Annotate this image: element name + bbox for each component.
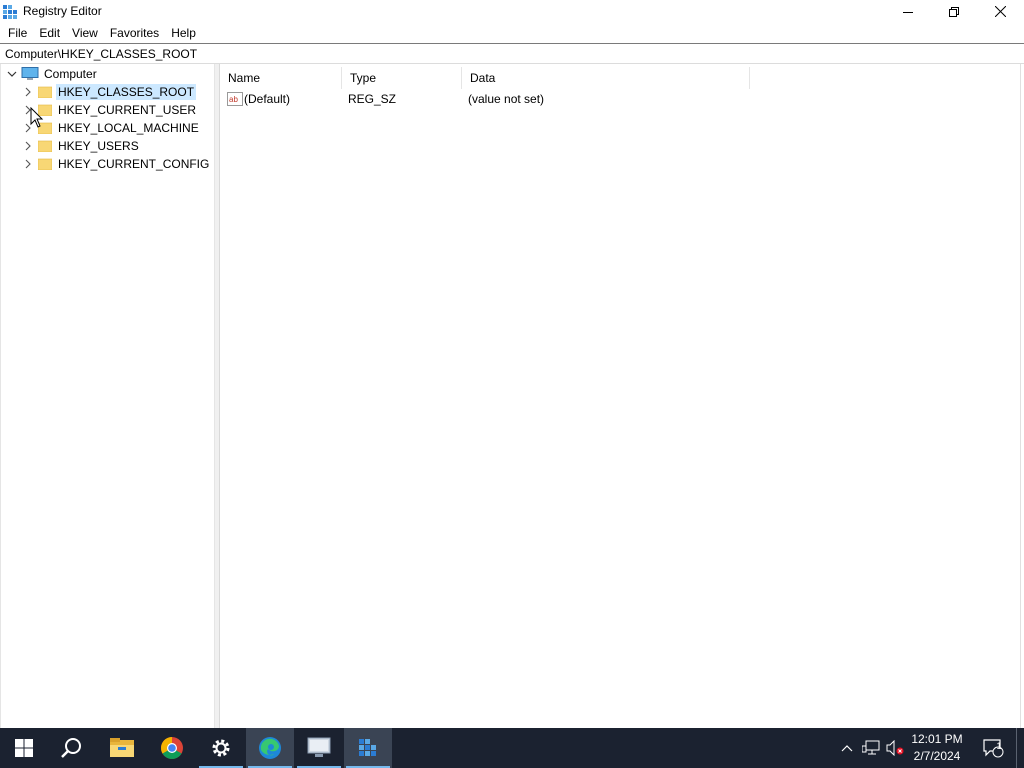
folder-icon	[38, 86, 52, 98]
menu-file[interactable]: File	[2, 23, 33, 43]
tree-item-hkey-classes-root[interactable]: HKEY_CLASSES_ROOT	[22, 83, 197, 101]
values-list: Name Type Data ab (Default) REG_SZ (valu…	[220, 64, 1024, 728]
menu-favorites[interactable]: Favorites	[104, 23, 165, 43]
minimize-icon	[903, 11, 913, 13]
vertical-scrollbar[interactable]	[1020, 64, 1024, 728]
tree-label-computer: Computer	[44, 67, 97, 81]
tree-label-key: HKEY_USERS	[58, 139, 139, 153]
chevron-right-icon[interactable]	[22, 86, 34, 98]
computer-icon	[21, 67, 39, 80]
close-icon	[994, 6, 1006, 17]
notification-count: 1	[996, 741, 1002, 751]
column-header-type[interactable]: Type	[342, 67, 462, 89]
registry-editor-app-icon	[3, 5, 17, 19]
tree-label-key: HKEY_CURRENT_CONFIG	[58, 157, 210, 171]
taskbar: 12:01 PM 2/7/2024 1	[0, 728, 1024, 768]
menu-view[interactable]: View	[66, 23, 104, 43]
show-hidden-icons-button[interactable]	[836, 728, 858, 768]
taskbar-app[interactable]	[295, 728, 343, 768]
taskbar-settings[interactable]	[197, 728, 245, 768]
menu-bar: File Edit View Favorites Help	[0, 23, 1024, 43]
address-bar[interactable]: Computer\HKEY_CLASSES_ROOT	[0, 43, 1024, 64]
string-value-icon: ab	[227, 92, 243, 106]
volume-button[interactable]	[884, 728, 906, 768]
network-button[interactable]	[860, 728, 882, 768]
clock-date: 2/7/2024	[913, 749, 961, 763]
volume-muted-icon	[886, 740, 904, 756]
tree-label-key: HKEY_CURRENT_USER	[58, 103, 197, 117]
monitor-app-icon	[307, 737, 331, 757]
restore-button[interactable]	[931, 0, 977, 23]
taskbar-edge[interactable]	[246, 728, 294, 768]
window-title: Registry Editor	[23, 4, 102, 18]
tree-label-key: HKEY_CLASSES_ROOT	[56, 84, 197, 100]
column-header-data[interactable]: Data	[462, 67, 750, 89]
value-name: (Default)	[244, 92, 291, 106]
list-item[interactable]: ab (Default) REG_SZ (value not set)	[220, 90, 544, 108]
chevron-right-icon[interactable]	[22, 158, 34, 170]
menu-edit[interactable]: Edit	[33, 23, 66, 43]
chevron-up-icon	[841, 745, 853, 752]
network-icon	[862, 740, 880, 755]
list-header: Name Type Data	[220, 67, 1024, 89]
tree-label-key: HKEY_LOCAL_MACHINE	[58, 121, 199, 135]
tree-item-hkey-current-user[interactable]: HKEY_CURRENT_USER	[22, 101, 198, 119]
search-icon	[61, 738, 81, 758]
mouse-cursor-icon	[30, 107, 44, 128]
taskbar-chrome[interactable]	[148, 728, 196, 768]
taskbar-file-explorer[interactable]	[98, 728, 146, 768]
chrome-icon	[161, 737, 183, 759]
tree-item-hkey-current-config[interactable]: HKEY_CURRENT_CONFIG	[22, 155, 211, 173]
search-button[interactable]	[48, 728, 96, 768]
restore-icon	[949, 6, 959, 17]
clock-time: 12:01 PM	[911, 732, 963, 746]
windows-logo-icon	[15, 739, 33, 757]
tree-item-computer[interactable]: Computer	[6, 65, 99, 83]
title-bar: Registry Editor	[0, 0, 1024, 23]
action-center-button[interactable]: 1	[978, 728, 1008, 768]
edge-icon	[259, 737, 281, 759]
minimize-button[interactable]	[885, 0, 931, 23]
taskbar-registry-editor[interactable]	[344, 728, 392, 768]
chevron-right-icon[interactable]	[22, 140, 34, 152]
svg-text:ab: ab	[229, 95, 238, 104]
address-path: Computer\HKEY_CLASSES_ROOT	[5, 47, 198, 61]
gear-icon	[212, 739, 230, 757]
folder-icon	[38, 140, 52, 152]
start-button[interactable]	[0, 728, 48, 768]
chevron-down-icon[interactable]	[6, 68, 18, 80]
column-header-name[interactable]: Name	[220, 67, 342, 89]
tree-item-hkey-users[interactable]: HKEY_USERS	[22, 137, 141, 155]
file-explorer-icon	[110, 738, 134, 757]
key-tree: Computer HKEY_CLASSES_ROOT HKEY_CURRENT_…	[0, 64, 215, 728]
tree-item-hkey-local-machine[interactable]: HKEY_LOCAL_MACHINE	[22, 119, 201, 137]
menu-help[interactable]: Help	[165, 23, 202, 43]
folder-icon	[38, 158, 52, 170]
registry-editor-icon	[359, 739, 376, 756]
value-type: REG_SZ	[348, 92, 397, 106]
show-desktop-button[interactable]	[1016, 728, 1024, 768]
close-button[interactable]	[977, 0, 1023, 23]
value-data: (value not set)	[468, 92, 545, 106]
taskbar-clock[interactable]: 12:01 PM 2/7/2024	[906, 731, 968, 765]
